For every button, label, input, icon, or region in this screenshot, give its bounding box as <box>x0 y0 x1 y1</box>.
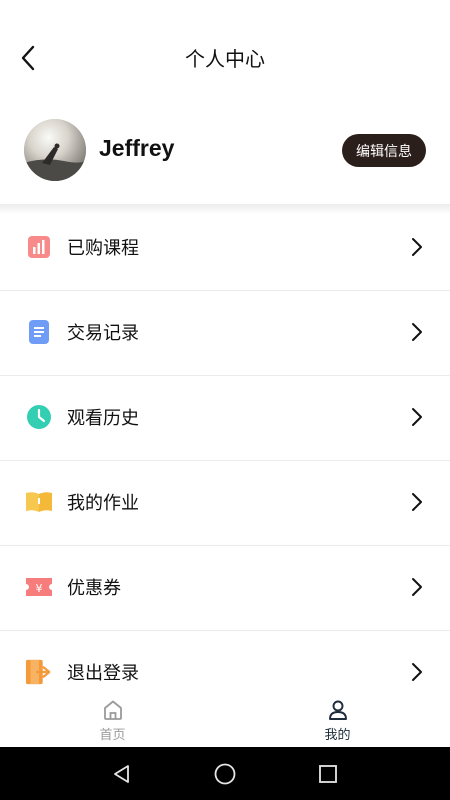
top-header: 个人中心 <box>0 0 450 112</box>
profile-screen: 个人中心 Jeffrey 编辑信息 已购课程 交易记录 观看历史 我的作业 ¥ … <box>0 0 450 800</box>
menu-item-coupons[interactable]: ¥ 优惠券 <box>0 546 450 631</box>
system-back-button[interactable] <box>102 754 142 794</box>
chevron-right-icon <box>412 663 422 681</box>
tab-home[interactable]: 首页 <box>0 690 225 747</box>
user-icon <box>328 700 347 720</box>
chevron-right-icon <box>412 323 422 341</box>
transaction-records-icon <box>25 318 53 346</box>
clock-icon <box>25 403 53 431</box>
system-recents-button[interactable] <box>308 754 348 794</box>
menu-item-my-homework[interactable]: 我的作业 <box>0 461 450 546</box>
menu-item-label: 我的作业 <box>67 493 139 514</box>
avatar[interactable] <box>24 119 86 181</box>
chevron-right-icon <box>412 408 422 426</box>
tab-mine[interactable]: 我的 <box>225 690 450 747</box>
edit-profile-button[interactable]: 编辑信息 <box>342 134 426 167</box>
page-title: 个人中心 <box>185 47 265 71</box>
menu-item-purchased-courses[interactable]: 已购课程 <box>0 206 450 291</box>
tab-label: 我的 <box>324 728 351 743</box>
bottom-tab-bar: 首页 我的 <box>0 690 450 747</box>
purchased-courses-icon <box>25 233 53 261</box>
menu-item-label: 优惠券 <box>67 578 121 599</box>
system-nav-bar <box>0 747 450 800</box>
chevron-right-icon <box>412 578 422 596</box>
menu-item-label: 退出登录 <box>67 663 139 684</box>
home-icon <box>103 700 122 720</box>
username: Jeffrey <box>99 135 175 161</box>
menu-item-label: 观看历史 <box>67 408 139 429</box>
chevron-right-icon <box>412 238 422 256</box>
system-home-button[interactable] <box>205 754 245 794</box>
svg-text:¥: ¥ <box>36 582 43 595</box>
coupon-icon: ¥ <box>25 573 53 601</box>
menu-item-label: 交易记录 <box>67 323 139 344</box>
avatar-image-icon <box>24 119 86 181</box>
book-icon <box>25 488 53 516</box>
triangle-back-icon <box>113 764 129 783</box>
menu-list: 已购课程 交易记录 观看历史 我的作业 ¥ 优惠券 退出登录 <box>0 206 450 716</box>
square-recents-icon <box>319 764 338 783</box>
chevron-right-icon <box>412 493 422 511</box>
profile-card: Jeffrey 编辑信息 <box>0 112 450 206</box>
logout-icon <box>25 658 53 686</box>
tab-label: 首页 <box>99 728 126 743</box>
menu-item-transaction-records[interactable]: 交易记录 <box>0 291 450 376</box>
menu-item-label: 已购课程 <box>67 238 139 259</box>
menu-item-watch-history[interactable]: 观看历史 <box>0 376 450 461</box>
circle-home-icon <box>214 763 236 784</box>
